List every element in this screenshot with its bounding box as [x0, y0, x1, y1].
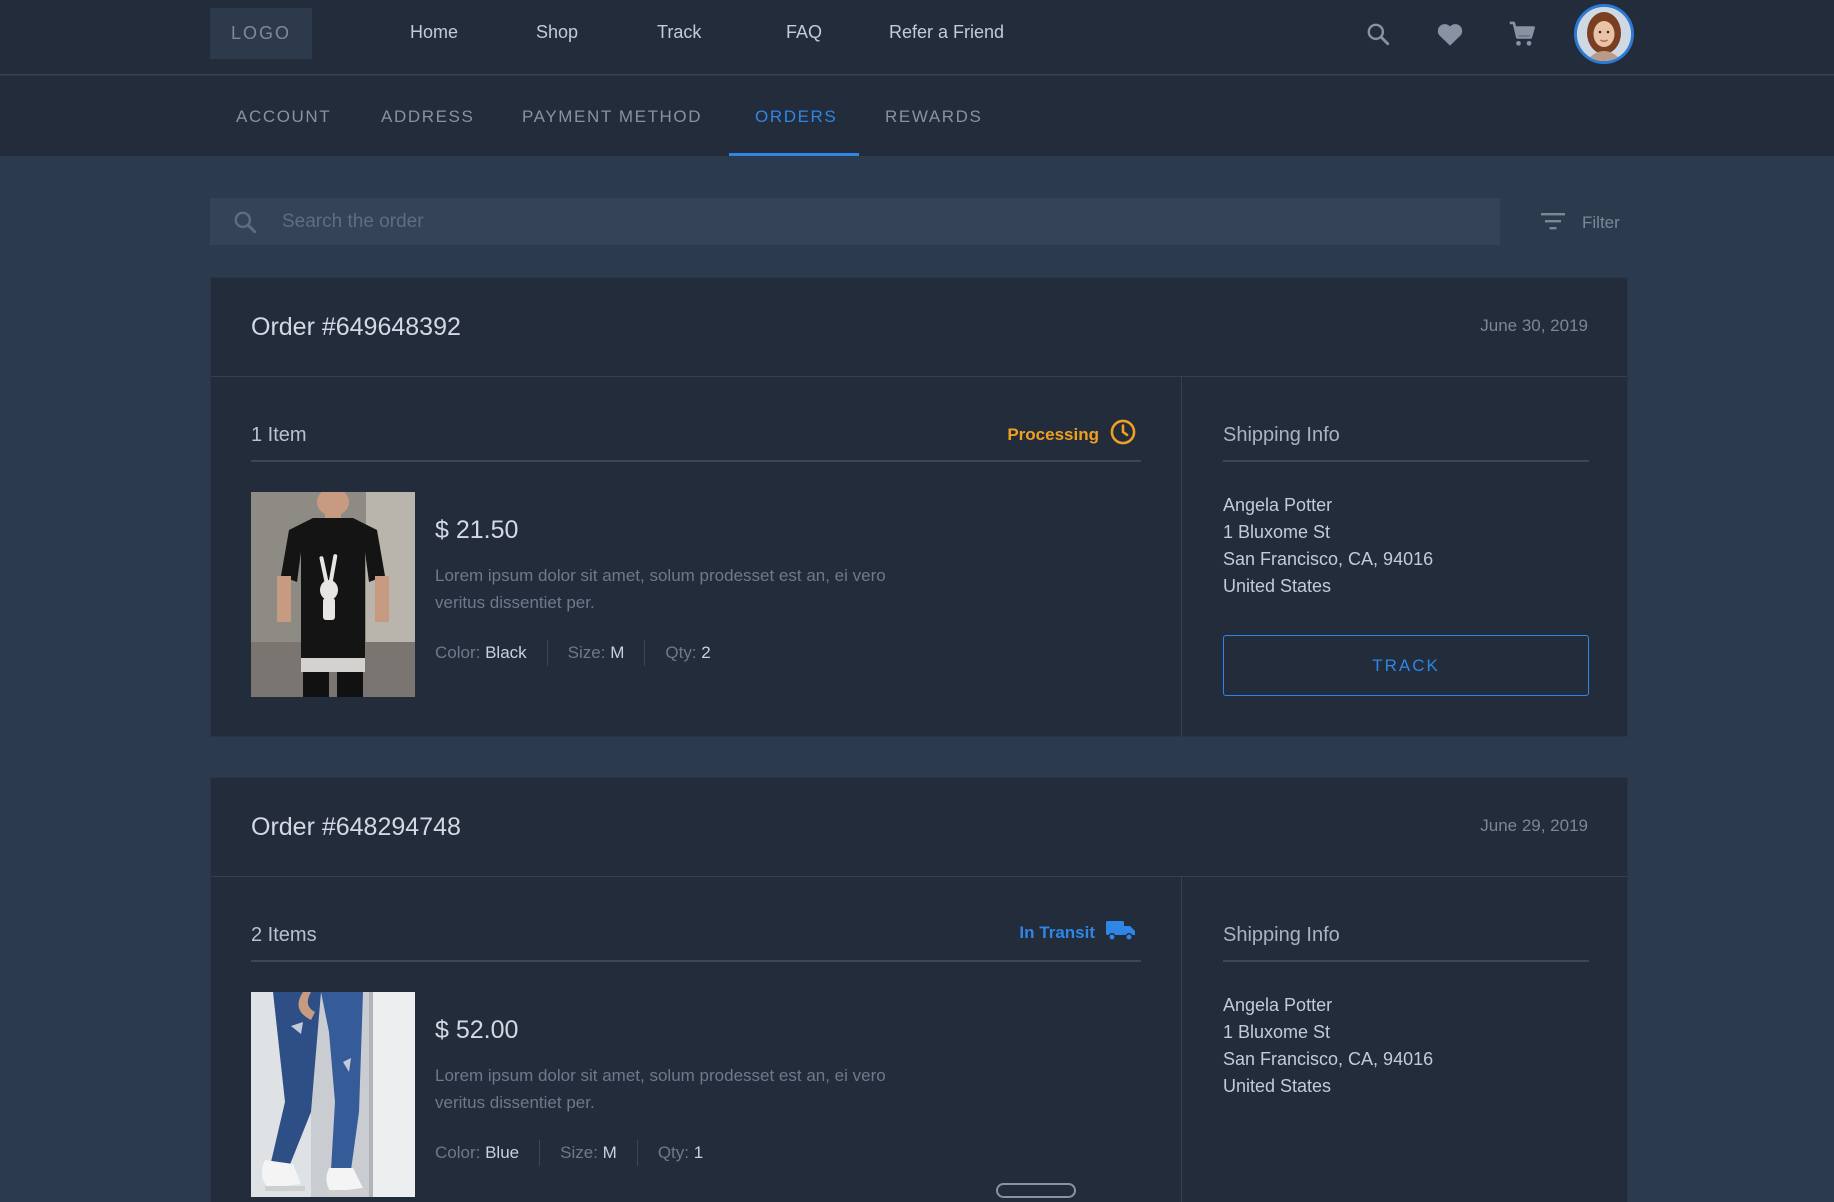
tab-payment-method[interactable]: PAYMENT METHOD	[522, 107, 702, 127]
order-status: In Transit	[1019, 918, 1137, 947]
qty-label: Qty:	[657, 1143, 689, 1162]
column-divider	[1181, 877, 1182, 1202]
separator	[539, 1140, 541, 1166]
scroll-indicator[interactable]	[996, 1183, 1076, 1198]
status-label: In Transit	[1019, 922, 1095, 942]
color-label: Color:	[435, 643, 481, 662]
account-tabs: ACCOUNT ADDRESS PAYMENT METHOD ORDERS RE…	[0, 76, 1834, 156]
size-label: Size:	[567, 643, 606, 662]
size-label: Size:	[560, 1143, 598, 1162]
clock-icon	[1109, 418, 1137, 451]
search-input[interactable]	[282, 198, 1482, 245]
divider	[251, 460, 1141, 462]
address-country: United States	[1223, 1076, 1332, 1096]
order-number: Order #649648392	[251, 313, 461, 341]
shipping-info-title: Shipping Info	[1223, 924, 1340, 946]
shipping-address: Angela Potter 1 Bluxome St San Francisco…	[1223, 492, 1433, 600]
divider	[251, 960, 1141, 962]
separator	[644, 640, 646, 666]
item-attributes: Color: Black Size: M Qty: 2	[435, 640, 711, 666]
order-search-bar	[210, 198, 1500, 245]
color-value: Blue	[485, 1143, 520, 1162]
order-header: Order #649648392 June 30, 2019	[211, 278, 1627, 377]
column-divider	[1181, 377, 1182, 738]
heart-icon[interactable]	[1434, 18, 1466, 50]
address-city: San Francisco, CA, 94016	[1223, 549, 1434, 569]
tab-orders[interactable]: ORDERS	[755, 107, 837, 127]
order-date: June 29, 2019	[1480, 816, 1588, 835]
item-price: $ 21.50	[435, 516, 519, 544]
tab-account[interactable]: ACCOUNT	[236, 107, 331, 127]
avatar[interactable]	[1574, 4, 1634, 64]
recipient-name: Angela Potter	[1223, 495, 1333, 515]
nav-shop[interactable]: Shop	[536, 22, 578, 43]
color-value: Black	[485, 643, 527, 662]
size-value: M	[610, 643, 625, 662]
order-number: Order #648294748	[251, 813, 461, 841]
address-street: 1 Bluxome St	[1223, 1022, 1331, 1042]
order-card: Order #648294748 June 29, 2019 2 Items I…	[210, 777, 1628, 1202]
address-street: 1 Bluxome St	[1223, 522, 1331, 542]
status-label: Processing	[1007, 424, 1099, 444]
filter-icon	[1540, 211, 1566, 236]
items-count: 2 Items	[251, 924, 317, 946]
truck-icon	[1105, 918, 1137, 947]
item-attributes: Color: Blue Size: M Qty: 1	[435, 1140, 703, 1166]
nav-faq[interactable]: FAQ	[786, 22, 822, 43]
qty-label: Qty:	[665, 643, 697, 662]
filter-label: Filter	[1582, 213, 1620, 232]
order-card: Order #649648392 June 30, 2019 1 Item Pr…	[210, 277, 1628, 738]
item-price: $ 52.00	[435, 1016, 519, 1044]
recipient-name: Angela Potter	[1223, 995, 1333, 1015]
divider	[1223, 960, 1589, 962]
color-label: Color:	[435, 1143, 481, 1162]
logo[interactable]: LOGO	[210, 8, 312, 59]
active-tab-indicator	[729, 153, 859, 156]
item-description: Lorem ipsum dolor sit amet, solum prodes…	[435, 1066, 886, 1112]
cart-icon[interactable]	[1506, 18, 1538, 50]
size-value: M	[602, 1143, 617, 1162]
qty-value: 2	[701, 643, 711, 662]
separator	[636, 1140, 638, 1166]
separator	[546, 640, 548, 666]
divider	[1223, 460, 1589, 462]
address-country: United States	[1223, 576, 1332, 596]
product-image[interactable]	[251, 492, 415, 697]
track-button[interactable]: TRACK	[1223, 635, 1589, 696]
tab-address[interactable]: ADDRESS	[381, 107, 474, 127]
product-image[interactable]	[251, 992, 415, 1197]
items-count: 1 Item	[251, 424, 307, 446]
nav-refer-a-friend[interactable]: Refer a Friend	[889, 22, 1004, 43]
shipping-address: Angela Potter 1 Bluxome St San Francisco…	[1223, 992, 1433, 1100]
shipping-info-title: Shipping Info	[1223, 424, 1340, 446]
search-icon[interactable]	[1362, 18, 1394, 50]
item-description: Lorem ipsum dolor sit amet, solum prodes…	[435, 566, 886, 612]
filter-button[interactable]: Filter	[1540, 208, 1620, 238]
qty-value: 1	[693, 1143, 704, 1162]
nav-home[interactable]: Home	[410, 22, 458, 43]
nav-track[interactable]: Track	[657, 22, 701, 43]
order-status: Processing	[1007, 418, 1137, 451]
order-date: June 30, 2019	[1480, 316, 1588, 335]
top-navbar: LOGO Home Shop Track FAQ Refer a Friend	[0, 0, 1834, 75]
tab-rewards[interactable]: REWARDS	[885, 107, 982, 127]
address-city: San Francisco, CA, 94016	[1223, 1049, 1434, 1069]
order-header: Order #648294748 June 29, 2019	[211, 778, 1627, 877]
search-icon	[232, 209, 258, 240]
